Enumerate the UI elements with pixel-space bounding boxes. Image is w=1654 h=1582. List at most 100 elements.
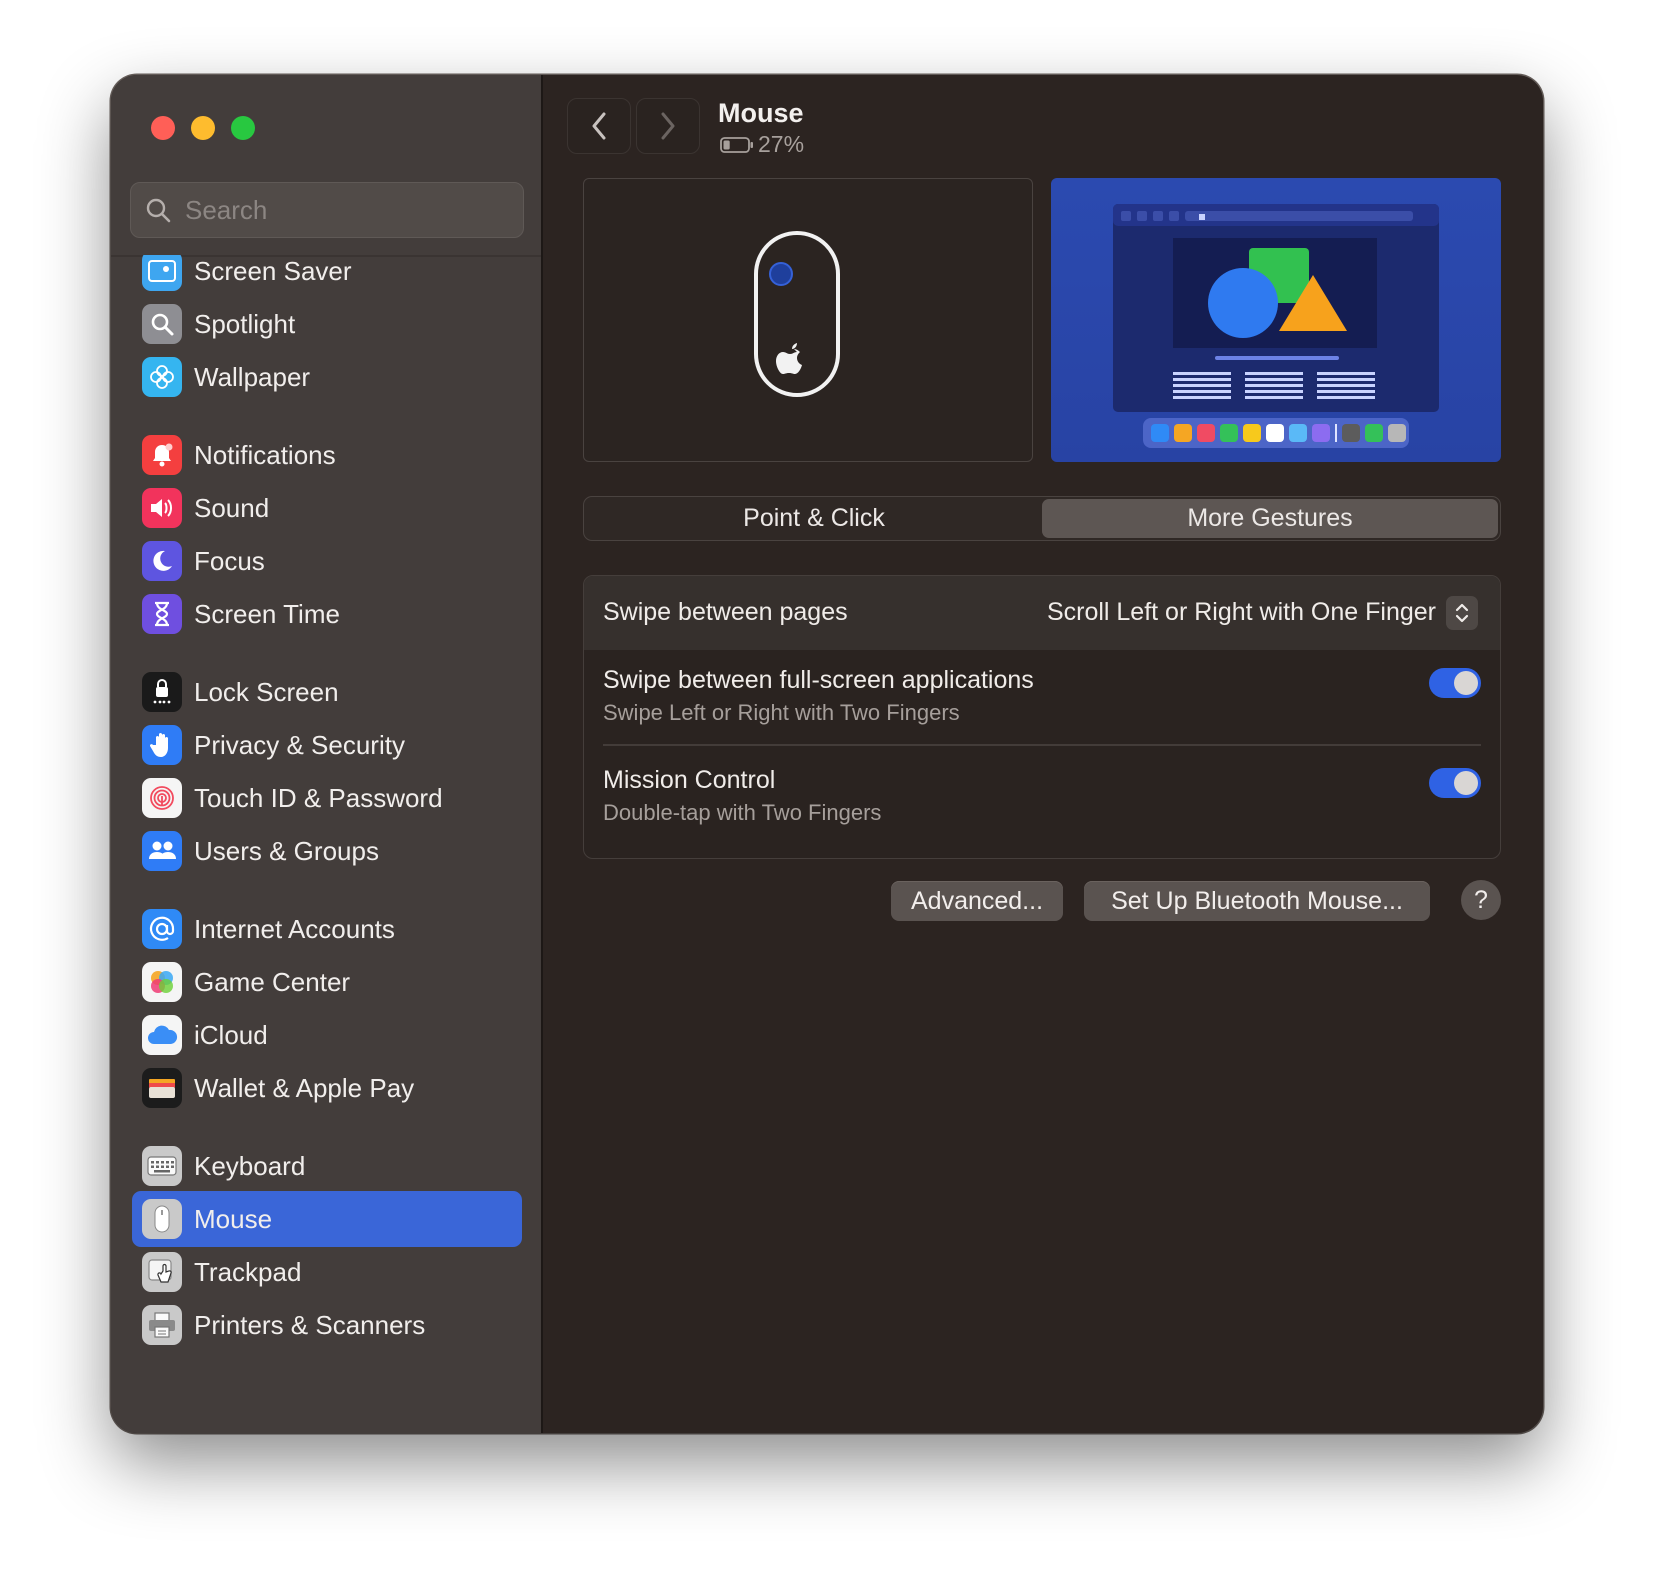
- keyboard-icon: [142, 1146, 182, 1186]
- sidebar-item-label: Touch ID & Password: [194, 782, 443, 813]
- sidebar-list: Screen Saver Spotlight Wallpaper Notific…: [111, 255, 541, 1433]
- advanced-button[interactable]: Advanced...: [891, 881, 1063, 921]
- mouse-illustration: [583, 178, 1033, 462]
- toggle-knob: [1454, 671, 1478, 695]
- sidebar-item-screen-time[interactable]: Screen Time: [132, 586, 522, 642]
- history-navigation: [567, 98, 700, 154]
- internet-accounts-at-icon: [142, 909, 182, 949]
- swipe-between-pages-select[interactable]: Scroll Left or Right with One Finger: [1047, 598, 1436, 627]
- sidebar-item-wallet[interactable]: Wallet & Apple Pay: [132, 1060, 522, 1116]
- chevron-left-icon: [592, 112, 606, 140]
- swipe-fullscreen-label: Swipe between full-screen applications: [603, 666, 1034, 694]
- wallet-icon: [142, 1068, 182, 1108]
- gestures-settings-group: Swipe between pages Scroll Left or Right…: [583, 575, 1501, 859]
- sidebar-item-label: Notifications: [194, 439, 336, 470]
- sidebar-item-label: Printers & Scanners: [194, 1309, 426, 1340]
- close-window-button[interactable]: [151, 116, 175, 140]
- search-input[interactable]: [185, 194, 505, 226]
- trackpad-icon: [142, 1252, 182, 1292]
- sidebar-item-touch-id[interactable]: Touch ID & Password: [132, 770, 522, 826]
- sidebar-item-label: Privacy & Security: [194, 729, 405, 760]
- sidebar-item-sound[interactable]: Sound: [132, 480, 522, 536]
- screen-time-hourglass-icon: [142, 594, 182, 634]
- sidebar-item-game-center[interactable]: Game Center: [132, 954, 522, 1010]
- sidebar-item-label: Wallet & Apple Pay: [194, 1072, 415, 1103]
- setup-bluetooth-mouse-button[interactable]: Set Up Bluetooth Mouse...: [1084, 881, 1430, 921]
- sidebar-item-label: Trackpad: [194, 1256, 302, 1287]
- magic-mouse-icon: [754, 231, 840, 397]
- sidebar-item-label: Screen Time: [194, 598, 340, 629]
- mouse-settings-tabs: Point & Click More Gestures: [583, 496, 1501, 541]
- sidebar-item-notifications[interactable]: Notifications: [132, 427, 522, 483]
- sidebar-item-label: iCloud: [194, 1019, 268, 1050]
- window-controls: [151, 116, 255, 140]
- sidebar-item-spotlight[interactable]: Spotlight: [132, 296, 522, 352]
- sidebar-item-mouse[interactable]: Mouse: [132, 1191, 522, 1247]
- zoom-window-button[interactable]: [231, 116, 255, 140]
- forward-button[interactable]: [636, 98, 700, 154]
- help-button[interactable]: ?: [1461, 880, 1501, 920]
- sidebar-item-label: Users & Groups: [194, 835, 379, 866]
- sidebar-item-privacy-security[interactable]: Privacy & Security: [132, 717, 522, 773]
- chevron-up-down-icon: [1455, 603, 1469, 623]
- swipe-fullscreen-toggle[interactable]: [1429, 668, 1481, 698]
- system-settings-window: Screen Saver Spotlight Wallpaper Notific…: [111, 75, 1543, 1433]
- chevron-right-icon: [661, 112, 675, 140]
- sidebar-item-screen-saver[interactable]: Screen Saver: [132, 255, 522, 299]
- sidebar-item-label: Internet Accounts: [194, 913, 395, 944]
- minimize-window-button[interactable]: [191, 116, 215, 140]
- sidebar-item-trackpad[interactable]: Trackpad: [132, 1244, 522, 1300]
- sound-icon: [142, 488, 182, 528]
- sidebar-item-printers-scanners[interactable]: Printers & Scanners: [132, 1297, 522, 1353]
- notifications-icon: [142, 435, 182, 475]
- popup-stepper[interactable]: [1446, 596, 1478, 630]
- mission-control-toggle[interactable]: [1429, 768, 1481, 798]
- sidebar-item-wallpaper[interactable]: Wallpaper: [132, 349, 522, 405]
- users-groups-icon: [142, 831, 182, 871]
- sidebar-item-lock-screen[interactable]: Lock Screen: [132, 664, 522, 720]
- sidebar-item-label: Lock Screen: [194, 676, 339, 707]
- focus-moon-icon: [142, 541, 182, 581]
- printer-icon: [142, 1305, 182, 1345]
- back-button[interactable]: [567, 98, 631, 154]
- privacy-hand-icon: [142, 725, 182, 765]
- tab-point-click[interactable]: Point & Click: [586, 499, 1042, 538]
- fingerprint-icon: [142, 778, 182, 818]
- sidebar-item-label: Mouse: [194, 1203, 273, 1234]
- sidebar-item-focus[interactable]: Focus: [132, 533, 522, 589]
- lock-screen-icon: [142, 672, 182, 712]
- sidebar-item-label: Sound: [194, 492, 270, 523]
- sidebar-item-label: Screen Saver: [194, 255, 352, 286]
- icloud-icon: [142, 1015, 182, 1055]
- page-title: Mouse: [718, 98, 804, 128]
- battery-icon: [720, 136, 753, 153]
- swipe-between-pages-label: Swipe between pages: [603, 598, 848, 626]
- sidebar-item-label: Game Center: [194, 966, 351, 997]
- wallpaper-icon: [142, 357, 182, 397]
- toggle-knob: [1454, 771, 1478, 795]
- battery-status: 27%: [720, 131, 804, 158]
- sidebar-item-users-groups[interactable]: Users & Groups: [132, 823, 522, 879]
- mouse-icon: [142, 1199, 182, 1239]
- screen-saver-icon: [142, 255, 182, 291]
- sidebar-item-internet-accounts[interactable]: Internet Accounts: [132, 901, 522, 957]
- search-field[interactable]: [130, 182, 524, 238]
- spotlight-icon: [142, 304, 182, 344]
- sidebar-item-icloud[interactable]: iCloud: [132, 1007, 522, 1063]
- game-center-icon: [142, 962, 182, 1002]
- swipe-fullscreen-sublabel: Swipe Left or Right with Two Fingers: [603, 700, 960, 725]
- swipe-between-pages-row: Swipe between pages Scroll Left or Right…: [584, 576, 1500, 650]
- gesture-preview-animation: [1051, 178, 1501, 462]
- battery-percentage: 27%: [758, 131, 805, 157]
- mission-control-label: Mission Control: [603, 766, 776, 794]
- search-icon: [146, 198, 171, 223]
- sidebar: Screen Saver Spotlight Wallpaper Notific…: [111, 75, 543, 1433]
- sidebar-item-label: Focus: [194, 545, 265, 576]
- tab-more-gestures[interactable]: More Gestures: [1042, 499, 1498, 538]
- sidebar-item-label: Spotlight: [194, 308, 296, 339]
- row-divider: [603, 744, 1481, 746]
- content-pane: Mouse 27% Point & Click More Gestures Sw…: [543, 75, 1543, 1433]
- mission-control-preview: [1113, 204, 1439, 448]
- mission-control-sublabel: Double-tap with Two Fingers: [603, 800, 882, 825]
- sidebar-item-keyboard[interactable]: Keyboard: [132, 1138, 522, 1194]
